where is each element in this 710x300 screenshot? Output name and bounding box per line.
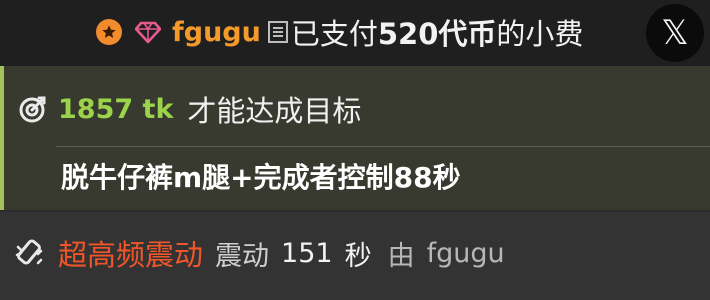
vibration-unit: 秒 — [344, 240, 372, 272]
x-logo-icon: 𝕏 — [661, 13, 689, 53]
star-badge-icon — [96, 19, 122, 45]
goal-description: 脱牛仔裤m腿+完成者控制88秒 — [61, 161, 461, 194]
vibration-by-label: 由 — [387, 240, 415, 272]
vibration-duration: 151 — [281, 237, 333, 269]
vibration-message: 超高频震动 震动 151 秒 由 fgugu — [0, 212, 710, 300]
vibration-icon — [14, 237, 46, 269]
vibration-username[interactable]: fgugu — [427, 238, 505, 269]
goal-progress-line: 1857 tk 才能达成目标 — [18, 90, 361, 128]
goal-panel: 1857 tk 才能达成目标 脱牛仔裤m腿+完成者控制88秒 — [0, 66, 710, 210]
diamond-badge-icon — [134, 18, 162, 46]
goal-divider — [56, 146, 710, 147]
goal-remaining-tokens: 1857 tk — [58, 93, 174, 125]
tip-message: fgugu 已支付520代币的小费 — [96, 12, 583, 52]
goal-text: 才能达成目标 — [187, 94, 362, 128]
tip-message-bar: fgugu 已支付520代币的小费 𝕏 — [0, 0, 710, 66]
tip-notification-panel: fgugu 已支付520代币的小费 𝕏 1857 tk 才能达成目标 脱牛仔裤m… — [0, 0, 710, 300]
target-icon — [18, 94, 48, 124]
tip-amount: 520代币 — [377, 17, 497, 51]
tipper-username[interactable]: fgugu — [172, 17, 261, 48]
document-icon — [267, 20, 289, 44]
vibration-word: 震动 — [215, 240, 270, 272]
tip-text-prefix: 已支付 — [290, 17, 378, 51]
tip-text-suffix: 的小费 — [496, 17, 584, 51]
tip-text: 已支付520代币的小费 — [291, 11, 584, 53]
x-logo-button[interactable]: 𝕏 — [646, 4, 704, 62]
vibration-level: 超高频震动 — [58, 238, 204, 272]
vibration-line: 超高频震动 震动 151 秒 由 fgugu — [14, 232, 505, 274]
